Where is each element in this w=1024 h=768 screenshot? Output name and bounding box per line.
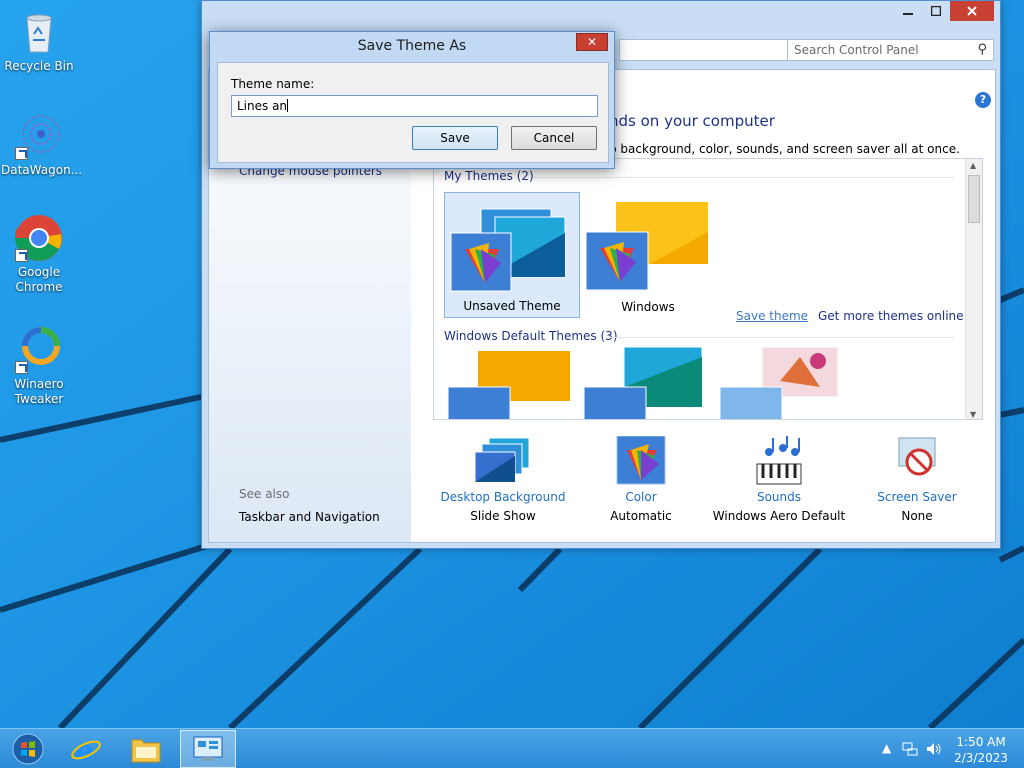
- clock-date: 2/3/2023: [954, 751, 1008, 765]
- desktop-icon-label: Recycle Bin: [4, 59, 74, 73]
- save-button[interactable]: Save: [412, 126, 498, 150]
- internet-explorer-icon: e: [71, 734, 101, 765]
- theme-preview-icon: [583, 346, 703, 419]
- personalization-icon: [193, 736, 223, 761]
- dialog-close-button[interactable]: ✕: [576, 33, 608, 51]
- default-theme-tile[interactable]: [719, 346, 844, 419]
- help-icon[interactable]: ?: [975, 92, 991, 108]
- dialog-title: Save Theme As: [357, 38, 467, 54]
- cancel-button[interactable]: Cancel: [511, 126, 597, 150]
- search-input[interactable]: Search Control Panel ⚲: [787, 39, 994, 61]
- scrollbar-thumb[interactable]: [968, 175, 980, 223]
- screen-saver-setting[interactable]: Screen Saver None: [847, 436, 987, 523]
- default-themes-group-label: Windows Default Themes (3): [444, 329, 618, 343]
- default-theme-tile[interactable]: [583, 346, 708, 419]
- desktop-background-setting[interactable]: Desktop Background Slide Show: [433, 436, 573, 523]
- theme-name-value: Lines an: [237, 99, 288, 113]
- desktop-background-value: Slide Show: [470, 509, 536, 523]
- show-hidden-icons-icon[interactable]: ▲: [882, 741, 891, 755]
- taskbar-internet-explorer[interactable]: e: [58, 730, 114, 768]
- color-link[interactable]: Color: [571, 490, 711, 504]
- close-icon: [967, 6, 977, 16]
- scroll-up-icon[interactable]: ▲: [970, 161, 976, 170]
- page-title: nds on your computer: [609, 112, 775, 130]
- network-icon[interactable]: [902, 741, 918, 760]
- start-button[interactable]: [0, 730, 56, 768]
- desktop-icon-datawagon[interactable]: DataWagon...: [1, 112, 83, 178]
- taskbar-file-explorer[interactable]: [118, 730, 174, 768]
- desktop-icon-label: Google Chrome: [15, 265, 63, 294]
- volume-icon[interactable]: [926, 741, 942, 760]
- desktop-icon-google-chrome[interactable]: Google Chrome: [1, 214, 77, 295]
- windows-logo-icon: [12, 733, 44, 765]
- theme-label: Unsaved Theme: [463, 299, 561, 313]
- themes-list: My Themes (2) Unsaved Theme Windows Save…: [433, 158, 983, 420]
- screen-saver-value: None: [901, 509, 933, 523]
- page-subtitle: p background, color, sounds, and screen …: [609, 142, 960, 156]
- themes-scrollbar[interactable]: ▲ ▼: [965, 159, 982, 419]
- taskbar: e ▲ 1:50 AM 2/3/2023: [0, 728, 1024, 768]
- recycle-bin-icon: [15, 8, 63, 56]
- taskbar-control-panel[interactable]: [180, 730, 236, 768]
- theme-preview-icon: [585, 202, 708, 291]
- desktop-background-icon: [474, 436, 531, 486]
- minimize-button[interactable]: [894, 1, 922, 21]
- shortcut-arrow-icon: [15, 249, 28, 262]
- theme-tile-unsaved[interactable]: Unsaved Theme: [444, 192, 580, 318]
- desktop-icon-label: DataWagon...: [1, 163, 83, 177]
- chrome-icon: [15, 214, 63, 262]
- close-button[interactable]: [950, 1, 994, 21]
- see-also-label: See also: [239, 487, 290, 501]
- svg-text:e: e: [76, 734, 94, 765]
- desktop-icon-label: Winaero Tweaker: [14, 377, 64, 406]
- folder-icon: [131, 739, 161, 763]
- theme-tile-windows[interactable]: Windows: [580, 192, 716, 318]
- color-value: Automatic: [610, 509, 672, 523]
- color-icon: [613, 435, 669, 486]
- shortcut-arrow-icon: [15, 147, 28, 160]
- winaero-tweaker-icon: [15, 326, 63, 374]
- desktop-icon-recycle-bin[interactable]: Recycle Bin: [1, 8, 77, 74]
- save-theme-link[interactable]: Save theme: [736, 309, 808, 323]
- theme-preview-icon: [450, 208, 566, 292]
- datawagon-icon: [15, 112, 63, 160]
- text-cursor: [287, 99, 289, 112]
- sounds-value: Windows Aero Default: [712, 509, 846, 523]
- window-caption-buttons: [894, 1, 994, 21]
- theme-label: Windows: [621, 300, 675, 314]
- my-themes-group-label: My Themes (2): [444, 169, 534, 183]
- maximize-icon: [931, 6, 941, 16]
- maximize-button[interactable]: [922, 1, 950, 21]
- save-theme-dialog: Save Theme As ✕ Theme name: Lines an Sav…: [209, 31, 615, 169]
- dialog-body: Theme name: Lines an Save Cancel: [217, 62, 609, 163]
- default-theme-tile[interactable]: [447, 351, 572, 419]
- group-divider: [534, 177, 954, 178]
- sounds-link[interactable]: Sounds: [709, 490, 849, 504]
- desktop-background-link[interactable]: Desktop Background: [433, 490, 573, 504]
- get-more-themes-link[interactable]: Get more themes online: [818, 309, 964, 323]
- search-icon[interactable]: ⚲: [977, 42, 987, 57]
- system-tray: ▲ 1:50 AM 2/3/2023: [874, 729, 1024, 768]
- color-setting[interactable]: Color Automatic: [571, 435, 711, 523]
- clock-time: 1:50 AM: [956, 735, 1006, 749]
- minimize-icon: [903, 13, 913, 15]
- search-placeholder: Search Control Panel: [794, 43, 919, 57]
- sounds-setting[interactable]: Sounds Windows Aero Default: [709, 436, 849, 523]
- theme-settings-row: Desktop Background Slide Show Color Auto…: [411, 435, 995, 542]
- theme-name-label: Theme name:: [231, 77, 315, 91]
- theme-name-input[interactable]: Lines an: [231, 95, 598, 117]
- group-divider: [606, 337, 954, 338]
- close-icon: ✕: [586, 35, 598, 49]
- clock[interactable]: 1:50 AM 2/3/2023: [954, 734, 1008, 766]
- desktop-icon-winaero-tweaker[interactable]: Winaero Tweaker: [1, 326, 77, 407]
- sounds-icon: [751, 436, 807, 486]
- shortcut-arrow-icon: [15, 361, 28, 374]
- scroll-down-icon[interactable]: ▼: [970, 410, 976, 419]
- theme-preview-icon: [719, 346, 839, 419]
- taskbar-navigation-link[interactable]: Taskbar and Navigation: [239, 510, 380, 524]
- screen-saver-link[interactable]: Screen Saver: [847, 490, 987, 504]
- theme-preview-icon: [447, 351, 570, 419]
- screen-saver-icon: [889, 436, 945, 486]
